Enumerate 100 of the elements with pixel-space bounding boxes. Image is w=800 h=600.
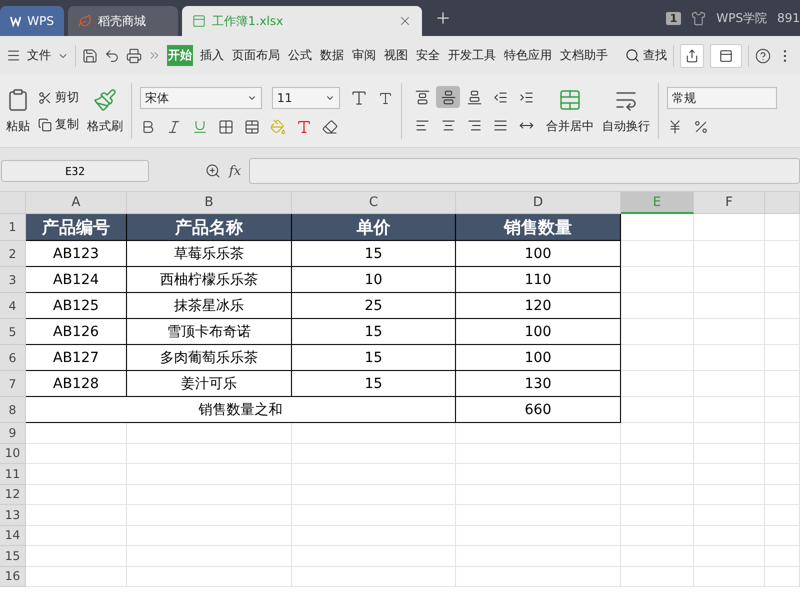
row-number[interactable]: 2	[0, 241, 26, 267]
copy-button[interactable]: 复制	[38, 116, 79, 133]
function-label[interactable]: fx	[229, 164, 242, 178]
empty-cell[interactable]	[127, 546, 292, 566]
empty-cell[interactable]	[765, 505, 800, 526]
empty-cell[interactable]	[292, 546, 456, 566]
empty-cell[interactable]	[765, 397, 800, 423]
empty-cell[interactable]	[765, 546, 800, 566]
row-number[interactable]: 7	[0, 371, 26, 397]
align-button[interactable]	[436, 86, 460, 108]
empty-cell[interactable]	[456, 423, 621, 444]
ribbon-tab[interactable]: 文档助手	[559, 45, 609, 66]
cell-style-icon[interactable]	[244, 119, 260, 135]
empty-cell[interactable]	[765, 484, 800, 505]
empty-cell[interactable]	[621, 464, 694, 484]
number-format-select[interactable]: 常规	[667, 87, 777, 109]
select-all-corner[interactable]	[0, 192, 26, 214]
ribbon-tab[interactable]: 特色应用	[503, 45, 553, 66]
empty-cell[interactable]	[694, 484, 765, 505]
empty-cell[interactable]	[456, 484, 621, 505]
ribbon-tab[interactable]: 开发工具	[447, 45, 497, 66]
account-name[interactable]: WPS学院	[716, 10, 768, 26]
print-icon[interactable]	[126, 48, 142, 64]
grow-font-icon[interactable]	[350, 89, 368, 107]
empty-cell[interactable]	[765, 293, 800, 319]
percent-icon[interactable]	[693, 119, 709, 135]
document-tab[interactable]: 稻壳商城	[68, 6, 178, 36]
row-number[interactable]: 15	[0, 546, 26, 566]
ribbon-tab[interactable]: 审阅	[351, 45, 377, 66]
empty-cell[interactable]	[694, 464, 765, 484]
file-menu[interactable]: 文件	[27, 47, 51, 64]
menu-icon[interactable]	[6, 48, 21, 63]
empty-cell[interactable]	[127, 526, 292, 546]
undo-icon[interactable]	[104, 48, 120, 64]
row-number[interactable]: 5	[0, 319, 26, 345]
row-number[interactable]: 10	[0, 444, 26, 464]
row-number[interactable]: 14	[0, 526, 26, 546]
empty-cell[interactable]	[621, 423, 694, 444]
ribbon-tab[interactable]: 页面布局	[231, 45, 281, 66]
merge-center-button[interactable]: 合并居中	[546, 118, 594, 134]
empty-cell[interactable]	[765, 214, 800, 241]
empty-cell[interactable]	[621, 566, 694, 587]
cut-button[interactable]: 剪切	[38, 89, 79, 106]
row-number[interactable]: 16	[0, 566, 26, 587]
row-number[interactable]: 1	[0, 214, 26, 241]
help-icon[interactable]	[755, 48, 771, 64]
empty-cell[interactable]	[456, 444, 621, 464]
window-count-badge[interactable]: 1	[666, 12, 682, 24]
empty-cell[interactable]	[292, 444, 456, 464]
empty-cell[interactable]	[127, 444, 292, 464]
borders-icon[interactable]	[218, 119, 234, 135]
save-icon[interactable]	[82, 48, 98, 64]
empty-cell[interactable]	[765, 319, 800, 345]
empty-cell[interactable]	[694, 566, 765, 587]
document-tab[interactable]: WPS	[0, 6, 64, 36]
empty-cell[interactable]	[694, 505, 765, 526]
empty-cell[interactable]	[456, 505, 621, 526]
empty-cell[interactable]	[694, 241, 765, 267]
empty-cell[interactable]	[765, 566, 800, 587]
empty-cell[interactable]	[127, 566, 292, 587]
column-header[interactable]: D	[456, 192, 621, 214]
empty-cell[interactable]	[694, 293, 765, 319]
column-header[interactable]: B	[127, 192, 292, 214]
empty-cell[interactable]	[765, 267, 800, 293]
eraser-icon[interactable]	[322, 119, 338, 135]
column-header[interactable]	[765, 192, 800, 214]
empty-cell[interactable]	[694, 345, 765, 371]
empty-cell[interactable]	[127, 464, 292, 484]
shrink-font-icon[interactable]	[378, 90, 393, 106]
row-number[interactable]: 11	[0, 464, 26, 484]
empty-cell[interactable]	[694, 397, 765, 423]
empty-cell[interactable]	[127, 423, 292, 444]
name-box[interactable]: E32	[1, 160, 149, 182]
empty-cell[interactable]	[765, 371, 800, 397]
ribbon-tab[interactable]: 公式	[287, 45, 313, 66]
row-number[interactable]: 3	[0, 267, 26, 293]
ribbon-tab[interactable]: 插入	[199, 45, 225, 66]
format-painter-button[interactable]: 格式刷	[87, 118, 123, 134]
empty-cell[interactable]	[456, 566, 621, 587]
empty-cell[interactable]	[694, 546, 765, 566]
empty-cell[interactable]	[292, 464, 456, 484]
empty-cell[interactable]	[694, 214, 765, 241]
empty-cell[interactable]	[621, 546, 694, 566]
shirt-icon[interactable]	[691, 10, 706, 26]
empty-cell[interactable]	[694, 526, 765, 546]
empty-cell[interactable]	[694, 319, 765, 345]
empty-cell[interactable]	[765, 444, 800, 464]
merge-icon[interactable]	[558, 88, 582, 112]
row-number[interactable]: 8	[0, 397, 26, 423]
sheet-icon[interactable]	[192, 14, 206, 28]
empty-cell[interactable]	[456, 546, 621, 566]
empty-cell[interactable]	[621, 505, 694, 526]
empty-cell[interactable]	[292, 505, 456, 526]
empty-cell[interactable]	[765, 241, 800, 267]
italic-icon[interactable]	[166, 119, 182, 135]
brush-icon[interactable]	[93, 88, 117, 112]
paste-button[interactable]: 粘贴	[6, 118, 30, 134]
empty-cell[interactable]	[456, 464, 621, 484]
empty-cell[interactable]	[127, 505, 292, 526]
formula-field[interactable]	[249, 158, 800, 184]
